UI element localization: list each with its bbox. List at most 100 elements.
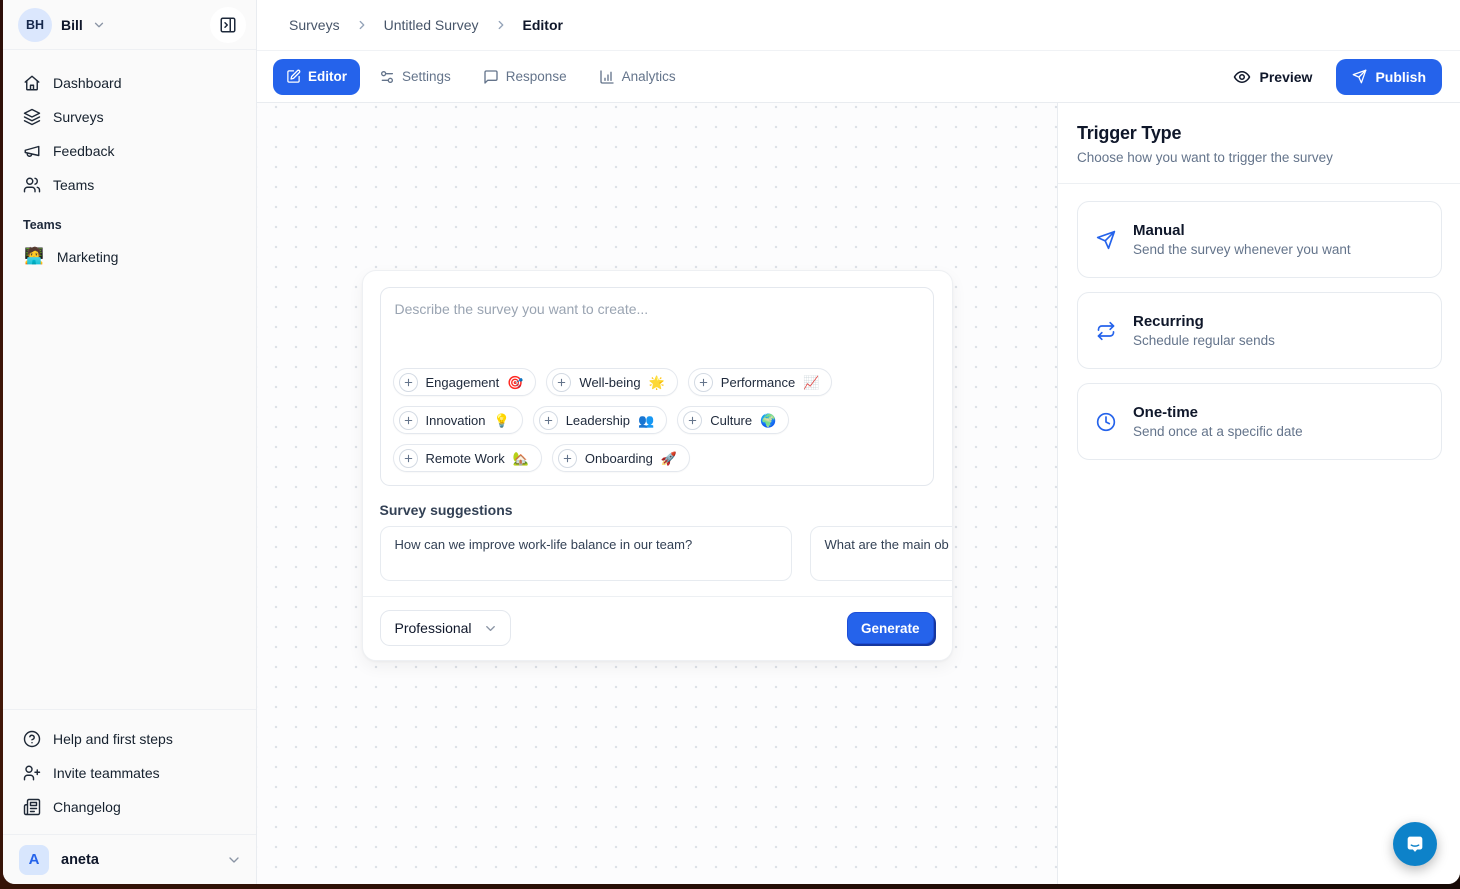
trigger-title: Manual (1133, 222, 1351, 239)
sidebar-item-changelog[interactable]: Changelog (15, 790, 244, 824)
breadcrumb-editor: Editor (523, 17, 563, 33)
generate-button[interactable]: Generate (847, 612, 934, 644)
tab-editor[interactable]: Editor (273, 59, 360, 95)
sidebar-spacer (3, 274, 256, 709)
plus-icon (694, 373, 713, 392)
sidebar-toggle-button[interactable] (210, 7, 246, 43)
workspace-avatar: BH (18, 8, 52, 42)
chat-launcher-button[interactable] (1393, 822, 1437, 866)
chip-emoji: 🌍 (760, 414, 776, 427)
breadcrumb-untitled-survey[interactable]: Untitled Survey (384, 17, 479, 33)
sidebar-item-label: Feedback (53, 143, 114, 159)
send-icon (1352, 69, 1367, 84)
eye-icon (1233, 68, 1251, 86)
trigger-option-manual[interactable]: Manual Send the survey whenever you want (1077, 201, 1442, 278)
topic-chip-well-being[interactable]: Well-being 🌟 (546, 368, 677, 396)
chip-emoji: 📈 (803, 376, 819, 389)
suggestion-card[interactable]: What are the main ob (810, 526, 952, 581)
sidebar-item-label: Teams (53, 177, 94, 193)
suggestions-row: How can we improve work-life balance in … (380, 526, 952, 581)
chat-bubble-icon (1404, 833, 1426, 855)
repeat-icon (1096, 321, 1116, 341)
sidebar-item-invite[interactable]: Invite teammates (15, 756, 244, 790)
teams-section-label: Teams (15, 202, 244, 240)
topic-chip-engagement[interactable]: Engagement 🎯 (393, 368, 537, 396)
sidebar-item-surveys[interactable]: Surveys (15, 100, 244, 134)
sidebar-item-feedback[interactable]: Feedback (15, 134, 244, 168)
sidebar-item-label: Surveys (53, 109, 104, 125)
tab-label: Response (506, 69, 567, 84)
chip-label: Culture (710, 413, 752, 428)
bar-chart-icon (599, 69, 615, 85)
chip-emoji: 💡 (494, 414, 510, 427)
trigger-description: Send once at a specific date (1133, 424, 1303, 439)
app-window: BH Bill Dashboard Surv (3, 0, 1460, 884)
survey-composer-card: Engagement 🎯 Well-being 🌟 Performance (362, 270, 953, 661)
chip-emoji: 🌟 (649, 376, 665, 389)
chevron-right-icon (494, 18, 508, 32)
workspace-name: Bill (61, 17, 83, 33)
user-menu[interactable]: A aneta (3, 834, 256, 884)
chip-label: Innovation (426, 413, 486, 428)
tab-analytics[interactable]: Analytics (586, 59, 689, 95)
sidebar-item-dashboard[interactable]: Dashboard (15, 66, 244, 100)
trigger-option-one-time[interactable]: One-time Send once at a specific date (1077, 383, 1442, 460)
breadcrumb-surveys[interactable]: Surveys (289, 17, 340, 33)
tab-label: Settings (402, 69, 451, 84)
topic-chip-culture[interactable]: Culture 🌍 (677, 406, 789, 434)
trigger-description: Send the survey whenever you want (1133, 242, 1351, 257)
trigger-type-panel: Trigger Type Choose how you want to trig… (1057, 103, 1460, 884)
workspace-switcher[interactable]: BH Bill (3, 0, 256, 50)
suggestion-card[interactable]: How can we improve work-life balance in … (380, 526, 792, 581)
sidebar-footer-nav: Help and first steps Invite teammates Ch… (3, 709, 256, 834)
topic-chip-performance[interactable]: Performance 📈 (688, 368, 833, 396)
tone-select[interactable]: Professional (380, 610, 511, 646)
panel-collapse-icon (219, 16, 237, 34)
editor-canvas[interactable]: Engagement 🎯 Well-being 🌟 Performance (257, 103, 1057, 884)
plus-icon (683, 411, 702, 430)
suggestions-heading: Survey suggestions (380, 502, 934, 518)
main-area: Surveys Untitled Survey Editor Editor (257, 0, 1460, 884)
sidebar-item-label: Changelog (53, 799, 121, 815)
square-pen-icon (286, 69, 301, 84)
chip-emoji: 🚀 (661, 452, 677, 465)
newspaper-icon (23, 798, 41, 816)
sidebar-item-team-marketing[interactable]: 🧑‍💻 Marketing (15, 240, 244, 274)
header-actions: Preview Publish (1233, 59, 1443, 95)
topic-chip-leadership[interactable]: Leadership 👥 (533, 406, 668, 434)
megaphone-icon (23, 142, 41, 160)
trigger-option-recurring[interactable]: Recurring Schedule regular sends (1077, 292, 1442, 369)
users-icon (23, 176, 41, 194)
plus-icon (539, 411, 558, 430)
user-name: aneta (61, 852, 99, 868)
trigger-description: Schedule regular sends (1133, 333, 1275, 348)
topic-chips: Engagement 🎯 Well-being 🌟 Performance (381, 368, 933, 485)
tab-bar: Editor Settings Response Analytics (257, 51, 1460, 103)
plus-icon (399, 373, 418, 392)
chip-label: Engagement (426, 375, 500, 390)
preview-button[interactable]: Preview (1233, 68, 1313, 86)
panel-title: Trigger Type (1077, 123, 1440, 144)
panel-subtitle: Choose how you want to trigger the surve… (1077, 150, 1440, 165)
survey-description-input[interactable] (381, 288, 933, 368)
trigger-title: One-time (1133, 404, 1303, 421)
chip-emoji: 👥 (638, 414, 654, 427)
plus-icon (558, 449, 577, 468)
chip-emoji: 🎯 (507, 376, 523, 389)
tab-settings[interactable]: Settings (366, 59, 464, 95)
chevron-down-icon (92, 18, 106, 32)
chevron-down-icon (226, 852, 242, 868)
tab-label: Editor (308, 69, 347, 84)
sidebar-nav: Dashboard Surveys Feedback Teams (3, 50, 256, 274)
sidebar-item-label: Help and first steps (53, 731, 173, 747)
plus-icon (552, 373, 571, 392)
topic-chip-remote-work[interactable]: Remote Work 🏡 (393, 444, 542, 472)
sidebar-item-teams[interactable]: Teams (15, 168, 244, 202)
sidebar-item-help[interactable]: Help and first steps (15, 722, 244, 756)
publish-button[interactable]: Publish (1336, 59, 1442, 95)
tab-response[interactable]: Response (470, 59, 580, 95)
topic-chip-onboarding[interactable]: Onboarding 🚀 (552, 444, 690, 472)
topic-chip-innovation[interactable]: Innovation 💡 (393, 406, 523, 434)
sidebar: BH Bill Dashboard Surv (3, 0, 257, 884)
chip-emoji: 🏡 (513, 452, 529, 465)
